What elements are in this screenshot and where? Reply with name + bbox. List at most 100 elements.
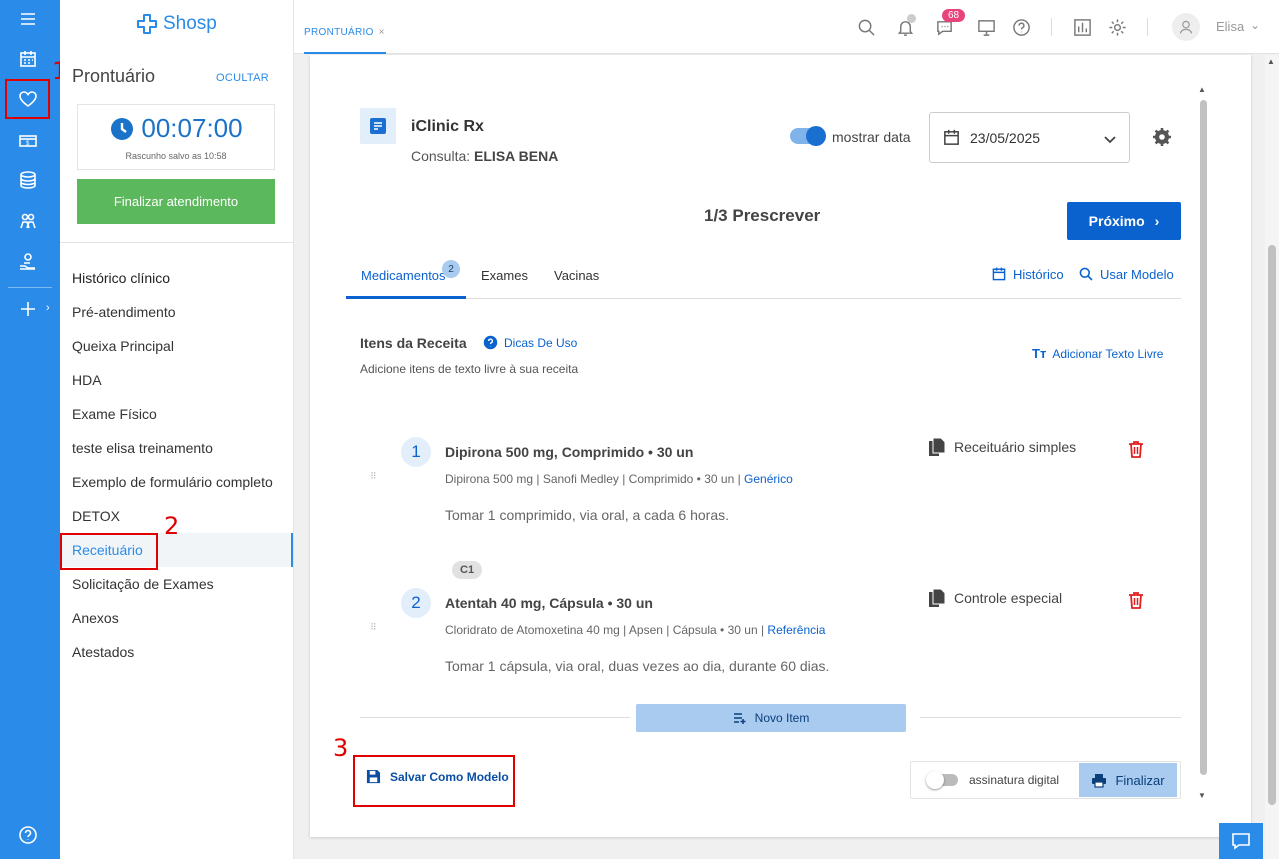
digital-signature-toggle[interactable] (926, 771, 958, 789)
plus-icon[interactable] (14, 295, 42, 323)
timer-box: 00:07:00 Rascunho salvo as 10:58 (77, 104, 275, 170)
delete-trash-icon[interactable] (1128, 440, 1144, 463)
next-button-label: Próximo (1088, 213, 1145, 229)
sidebar-item-historico-clinico[interactable]: Histórico clínico (60, 261, 293, 295)
monitor-icon[interactable] (975, 16, 997, 38)
page-scroll-up-icon[interactable]: ▲ (1267, 57, 1275, 66)
drag-handle-icon[interactable]: ⠿ (370, 471, 377, 482)
sidebar-title: Prontuário (72, 66, 156, 86)
new-item-button[interactable]: Novo Item (636, 704, 906, 732)
items-subtitle: Adicione itens de texto livre à sua rece… (360, 362, 579, 376)
user-name[interactable]: Elisa (1216, 19, 1244, 34)
sidebar-item-queixa-principal[interactable]: Queixa Principal (60, 329, 293, 363)
drag-handle-icon[interactable]: ⠿ (370, 622, 377, 633)
rx-settings-icon[interactable] (1152, 127, 1172, 152)
sidebar-item-exemplo-formulario[interactable]: Exemplo de formulário completo (60, 465, 293, 499)
user-icon (1179, 20, 1193, 34)
sidebar-item-solicitacao-exames[interactable]: Solicitação de Exames (60, 567, 293, 601)
medicamentos-count-badge: 2 (442, 260, 460, 278)
database-icon[interactable] (14, 166, 42, 194)
medication-generic-link[interactable]: Genérico (744, 472, 793, 486)
show-date-toggle[interactable] (790, 126, 826, 146)
support-chat-button[interactable] (1219, 823, 1263, 859)
card-scrollbar[interactable]: ▲ ▼ (1198, 80, 1210, 805)
sidebar-item-pre-atendimento[interactable]: Pré-atendimento (60, 295, 293, 329)
menu-icon[interactable] (14, 5, 42, 33)
annotation-number-2: 2 (164, 512, 180, 540)
show-date-label: mostrar data (832, 129, 911, 145)
topbar-divider-2 (1147, 18, 1148, 36)
page-scrollbar[interactable]: ▲ (1265, 55, 1279, 859)
help-icon[interactable] (14, 821, 42, 849)
hide-sidebar-link[interactable]: OCULTAR (216, 72, 269, 84)
next-button[interactable]: Próximo › (1067, 202, 1181, 240)
chat-bubble-icon (1232, 833, 1250, 850)
chevron-down-icon[interactable]: ⌄ (1250, 18, 1260, 32)
calendar-icon[interactable] (14, 45, 42, 73)
tips-link[interactable]: Dicas De Uso (483, 335, 577, 350)
digital-signature-label: assinatura digital (969, 773, 1060, 787)
date-value: 23/05/2025 (970, 130, 1041, 146)
tab-vacinas[interactable]: Vacinas (554, 268, 599, 283)
search-icon[interactable] (855, 16, 877, 38)
prescription-card: iClinic Rx Consulta: ELISA BENA mostrar … (310, 55, 1251, 837)
icon-rail: $ › (0, 0, 60, 859)
messages-badge: 68 (942, 9, 966, 22)
scroll-down-icon[interactable]: ▼ (1198, 791, 1206, 800)
new-item-label: Novo Item (754, 711, 810, 725)
finish-attendance-button[interactable]: Finalizar atendimento (77, 179, 275, 224)
sidebar-item-teste-elisa[interactable]: teste elisa treinamento (60, 431, 293, 465)
finalize-button[interactable]: Finalizar (1079, 763, 1177, 797)
user-avatar[interactable] (1172, 13, 1200, 41)
medication-posology[interactable]: Tomar 1 comprimido, via oral, a cada 6 h… (445, 507, 729, 523)
date-field[interactable]: 23/05/2025 (929, 112, 1130, 163)
chevron-right-icon[interactable]: › (46, 302, 50, 314)
history-link[interactable]: Histórico (991, 266, 1064, 282)
sidebar-item-atestados[interactable]: Atestados (60, 635, 293, 669)
use-model-link[interactable]: Usar Modelo (1078, 266, 1174, 282)
add-free-text-label: Adicionar Texto Livre (1052, 346, 1164, 361)
search-model-icon (1079, 267, 1093, 281)
divider-right (920, 717, 1181, 718)
settings-gear-icon[interactable] (1106, 16, 1128, 38)
sidebar-item-exame-fisico[interactable]: Exame Físico (60, 397, 293, 431)
prontuario-sidebar: Shosp Prontuário OCULTAR 00:07:00 Rascun… (60, 0, 294, 859)
logo-text: Shosp (163, 13, 217, 34)
rx-title: iClinic Rx (411, 118, 484, 135)
prescription-type[interactable]: Controle especial (928, 588, 1062, 608)
close-tab-icon[interactable]: × (379, 27, 385, 38)
patient-name: ELISA BENA (474, 148, 559, 164)
medication-reference-link[interactable]: Referência (767, 623, 825, 637)
sidebar-item-hda[interactable]: HDA (60, 363, 293, 397)
sidebar-divider (60, 242, 293, 243)
add-list-icon (733, 713, 746, 724)
care-hand-icon[interactable] (14, 248, 42, 276)
people-icon[interactable] (14, 207, 42, 235)
delete-trash-icon[interactable] (1128, 591, 1144, 614)
date-dropdown-icon[interactable] (1103, 132, 1117, 146)
rail-divider (8, 287, 52, 288)
tab-exames[interactable]: Exames (481, 268, 528, 283)
help-circle-icon[interactable] (1010, 16, 1032, 38)
app-logo[interactable]: Shosp (135, 12, 217, 36)
money-icon[interactable]: $ (14, 127, 42, 155)
medication-number: 1 (401, 437, 431, 467)
tab-prontuario[interactable]: PRONTUÁRIO × (304, 0, 386, 54)
sidebar-item-anexos[interactable]: Anexos (60, 601, 293, 635)
card-scrollbar-thumb[interactable] (1200, 100, 1207, 775)
tab-medicamentos[interactable]: Medicamentos (361, 268, 446, 283)
bell-icon[interactable] (894, 14, 916, 38)
page-scrollbar-thumb[interactable] (1268, 245, 1276, 805)
question-icon (483, 335, 498, 350)
prescription-type[interactable]: Receituário simples (928, 437, 1076, 457)
annotation-number-3: 3 (333, 734, 349, 762)
draft-note: Rascunho salvo as 10:58 (125, 151, 227, 161)
scroll-up-icon[interactable]: ▲ (1198, 85, 1206, 94)
annotation-box-1 (5, 79, 50, 119)
medication-posology[interactable]: Tomar 1 cápsula, via oral, duas vezes ao… (445, 658, 829, 674)
reports-icon[interactable] (1071, 16, 1093, 38)
notification-dot (907, 14, 916, 23)
print-icon (1092, 773, 1107, 788)
copy-document-icon (929, 437, 946, 456)
add-free-text-link[interactable]: Tᴛ Adicionar Texto Livre (1032, 346, 1163, 361)
